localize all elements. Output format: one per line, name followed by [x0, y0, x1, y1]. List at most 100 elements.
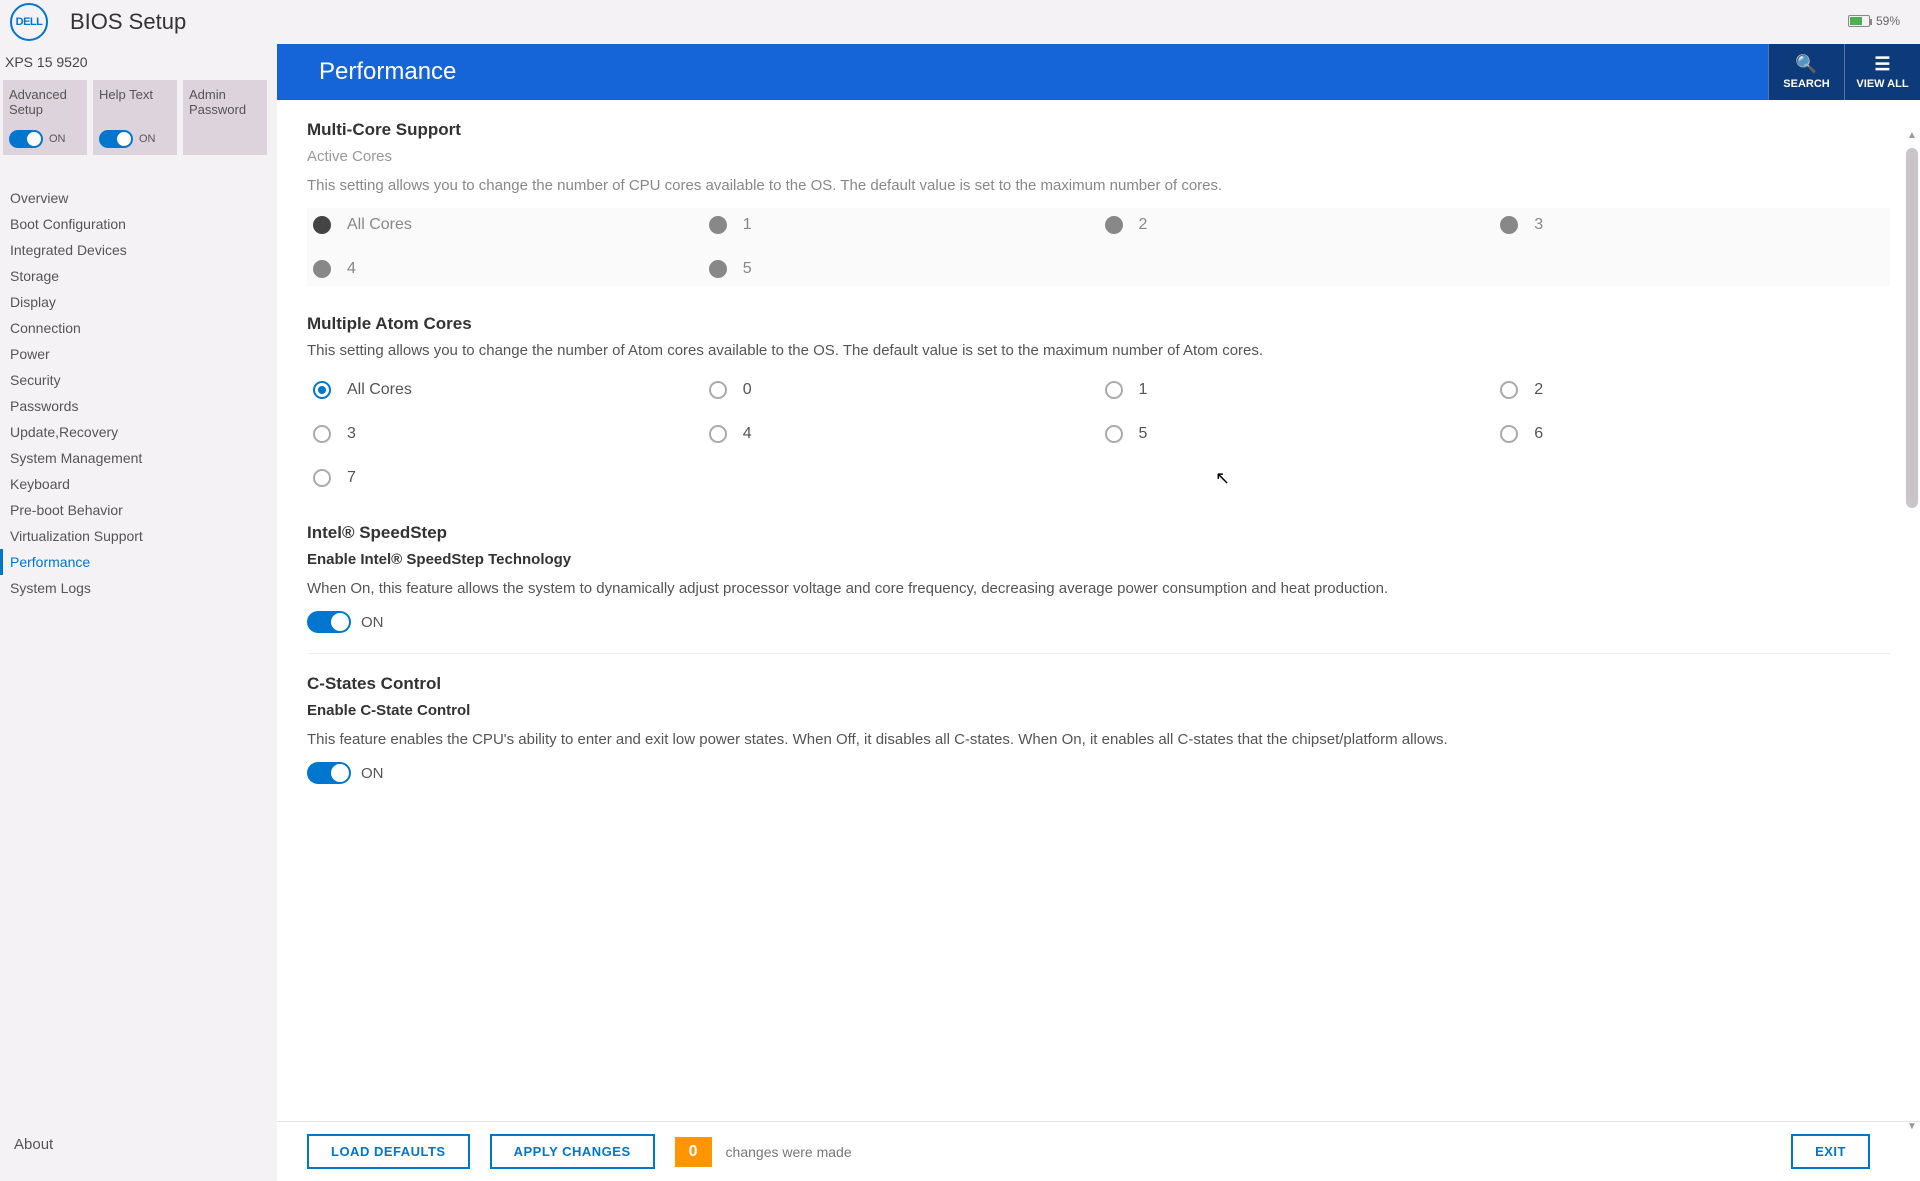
radio-option[interactable]: 0 — [703, 381, 1099, 399]
card-advanced-setup[interactable]: Advanced Setup ON — [3, 80, 87, 155]
card-help-text[interactable]: Help Text ON — [93, 80, 177, 155]
radio-label: 3 — [347, 425, 356, 443]
view-all-button[interactable]: ☰ VIEW ALL — [1844, 44, 1920, 100]
radio-group-active-cores: All Cores 12 3 4 5 — [307, 208, 1890, 286]
sidebar-item-passwords[interactable]: Passwords — [0, 393, 277, 419]
radio-icon — [313, 381, 331, 399]
exit-button[interactable]: EXIT — [1791, 1134, 1870, 1169]
radio-option[interactable]: 3 — [307, 425, 703, 443]
sidebar-item-pre-boot-behavior[interactable]: Pre-boot Behavior — [0, 497, 277, 523]
load-defaults-button[interactable]: LOAD DEFAULTS — [307, 1134, 470, 1169]
radio-label: 5 — [743, 260, 752, 278]
changes-text: changes were made — [726, 1144, 852, 1160]
sidebar-cards: Advanced Setup ON Help Text ON Admin Pas… — [0, 80, 277, 155]
radio-icon — [1500, 216, 1518, 234]
main-panel: Performance 🔍 SEARCH ☰ VIEW ALL Multi-Co… — [277, 44, 1920, 1181]
sidebar-item-virtualization-support[interactable]: Virtualization Support — [0, 523, 277, 549]
sidebar: XPS 15 9520 Advanced Setup ON Help Text … — [0, 44, 277, 1181]
radio-label: All Cores — [347, 216, 412, 234]
toggle-speedstep-state: ON — [361, 614, 384, 631]
radio-group-atom-cores: All Cores 0 1 2 3 4 5 6 7 — [307, 373, 1890, 495]
section-speedstep-desc: When On, this feature allows the system … — [307, 580, 1890, 597]
scroll-up-icon[interactable]: ▲ — [1904, 130, 1920, 144]
radio-option[interactable]: 3 — [1494, 216, 1890, 234]
scroll-down-icon[interactable]: ▼ — [1904, 1121, 1920, 1135]
radio-option[interactable]: 5 — [703, 260, 1099, 278]
app-title: BIOS Setup — [70, 9, 186, 35]
radio-option[interactable]: 6 — [1494, 425, 1890, 443]
footer-bar: LOAD DEFAULTS APPLY CHANGES 0 changes we… — [277, 1121, 1920, 1181]
radio-option[interactable]: 5 — [1099, 425, 1495, 443]
search-button[interactable]: 🔍 SEARCH — [1768, 44, 1844, 100]
radio-icon — [709, 260, 727, 278]
apply-changes-button[interactable]: APPLY CHANGES — [490, 1134, 655, 1169]
radio-icon — [1105, 216, 1123, 234]
toggle-help-text[interactable] — [99, 130, 133, 148]
radio-icon — [313, 469, 331, 487]
card-label: Advanced Setup — [9, 87, 81, 117]
section-speedstep-sub: Enable Intel® SpeedStep Technology — [307, 551, 1890, 568]
battery-status: 59% — [1848, 14, 1900, 28]
section-multicore-sub: Active Cores — [307, 148, 1890, 165]
radio-label: 3 — [1534, 216, 1543, 234]
scroll-thumb[interactable] — [1906, 148, 1918, 508]
toggle-cstates[interactable] — [307, 762, 351, 784]
radio-label: All Cores — [347, 381, 412, 399]
sidebar-item-keyboard[interactable]: Keyboard — [0, 471, 277, 497]
battery-icon — [1848, 15, 1870, 27]
radio-option[interactable]: 1 — [703, 216, 1099, 234]
sidebar-item-update-recovery[interactable]: Update,Recovery — [0, 419, 277, 445]
radio-label: 4 — [347, 260, 356, 278]
sliders-icon: ☰ — [1874, 54, 1890, 75]
radio-label: 1 — [1139, 381, 1148, 399]
radio-icon — [313, 425, 331, 443]
section-cstates-title: C-States Control — [307, 674, 1890, 694]
sidebar-item-display[interactable]: Display — [0, 289, 277, 315]
radio-option[interactable]: 4 — [307, 260, 703, 278]
radio-option[interactable]: 2 — [1099, 216, 1495, 234]
changes-count-badge: 0 — [675, 1137, 712, 1167]
content-area: Multi-Core Support Active Cores This set… — [277, 100, 1920, 1121]
radio-option[interactable]: All Cores — [307, 381, 703, 399]
toggle-advanced-setup[interactable] — [9, 130, 43, 148]
sidebar-item-security[interactable]: Security — [0, 367, 277, 393]
radio-icon — [1105, 425, 1123, 443]
radio-icon — [1105, 381, 1123, 399]
radio-label: 6 — [1534, 425, 1543, 443]
radio-icon — [1500, 425, 1518, 443]
section-atom-desc: This setting allows you to change the nu… — [307, 342, 1890, 359]
section-cstates-desc: This feature enables the CPU's ability t… — [307, 731, 1890, 748]
vertical-scrollbar[interactable]: ▲ ▼ — [1904, 144, 1920, 1121]
sidebar-item-integrated-devices[interactable]: Integrated Devices — [0, 237, 277, 263]
sidebar-item-system-management[interactable]: System Management — [0, 445, 277, 471]
search-icon: 🔍 — [1795, 54, 1817, 75]
radio-icon — [709, 216, 727, 234]
section-atom-title: Multiple Atom Cores — [307, 314, 1890, 334]
radio-label: 0 — [743, 381, 752, 399]
sidebar-item-storage[interactable]: Storage — [0, 263, 277, 289]
radio-icon — [1500, 381, 1518, 399]
radio-option[interactable]: 4 — [703, 425, 1099, 443]
section-multicore-title: Multi-Core Support — [307, 120, 1890, 140]
about-link[interactable]: About — [14, 1136, 53, 1153]
radio-label: 5 — [1139, 425, 1148, 443]
battery-percent: 59% — [1876, 14, 1900, 28]
section-multicore-desc: This setting allows you to change the nu… — [307, 177, 1890, 194]
main-header: Performance 🔍 SEARCH ☰ VIEW ALL — [277, 44, 1920, 100]
toggle-speedstep[interactable] — [307, 611, 351, 633]
sidebar-item-overview[interactable]: Overview — [0, 185, 277, 211]
radio-icon — [313, 260, 331, 278]
card-admin-password[interactable]: Admin Password — [183, 80, 267, 155]
radio-option[interactable]: 2 — [1494, 381, 1890, 399]
radio-option[interactable]: All Cores — [307, 216, 703, 234]
sidebar-item-system-logs[interactable]: System Logs — [0, 575, 277, 601]
sidebar-item-connection[interactable]: Connection — [0, 315, 277, 341]
section-cstates-sub: Enable C-State Control — [307, 702, 1890, 719]
sidebar-item-boot-configuration[interactable]: Boot Configuration — [0, 211, 277, 237]
sidebar-item-power[interactable]: Power — [0, 341, 277, 367]
radio-option[interactable]: 7 — [307, 469, 703, 487]
radio-icon — [709, 425, 727, 443]
radio-option[interactable]: 1 — [1099, 381, 1495, 399]
toggle-cstates-state: ON — [361, 765, 384, 782]
sidebar-item-performance[interactable]: Performance — [0, 549, 277, 575]
